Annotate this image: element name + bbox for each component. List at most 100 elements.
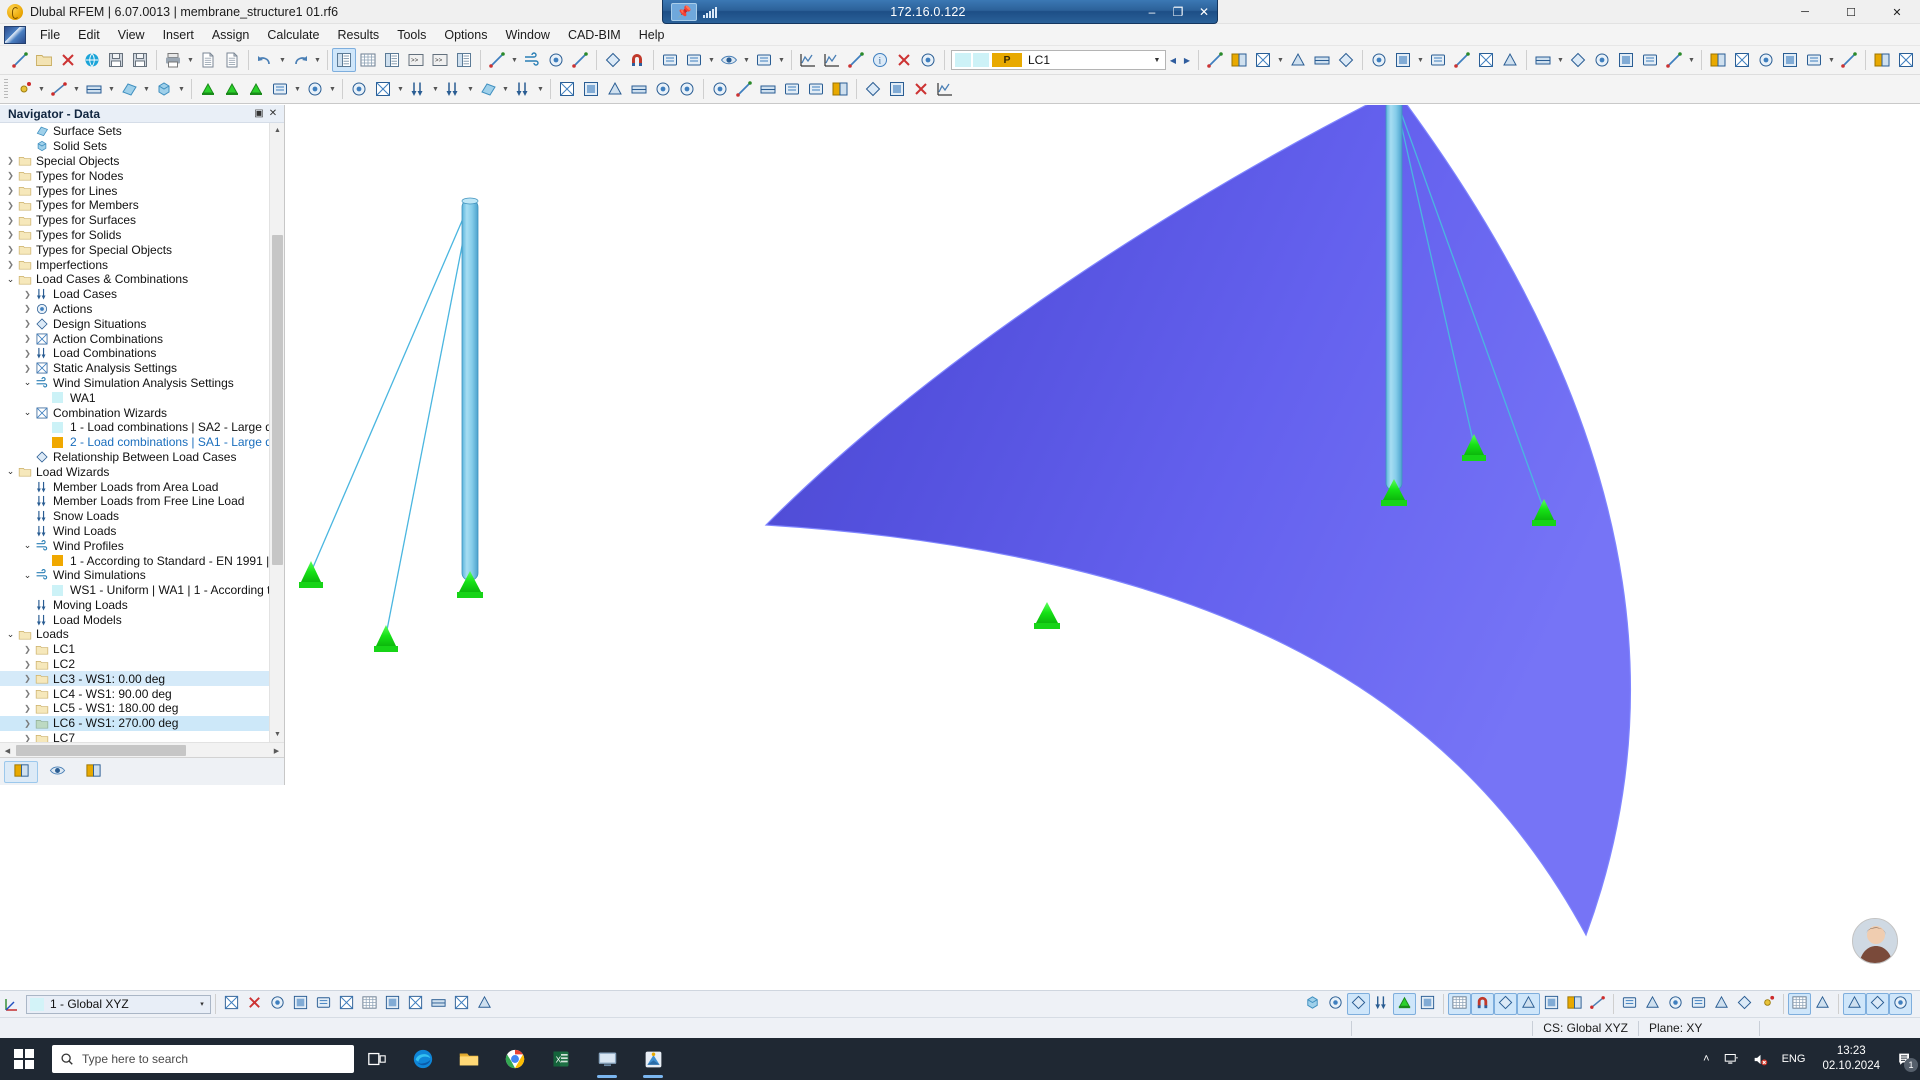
chevron-right-icon[interactable]: ❯	[4, 260, 17, 269]
chevron-right-icon[interactable]: ❯	[21, 290, 34, 299]
toolbar-extra-7-dropdown-arrow[interactable]: ▼	[1415, 48, 1426, 72]
grid-toggle-button[interactable]	[1448, 993, 1471, 1015]
menu-edit[interactable]: Edit	[69, 25, 109, 45]
windows-start-icon[interactable]	[0, 1038, 48, 1080]
grid-settings-button[interactable]	[358, 993, 381, 1015]
toolbar-extra-19[interactable]	[1730, 48, 1754, 72]
tree-item[interactable]: ❯ Action Combinations	[0, 331, 284, 346]
render-mode-button[interactable]	[682, 48, 706, 72]
chevron-right-icon[interactable]: ❯	[21, 304, 34, 313]
file-explorer-icon[interactable]	[446, 1038, 492, 1080]
tree-item[interactable]: ⌄ Load Wizards	[0, 464, 284, 479]
toolbar-extra-17[interactable]	[1662, 48, 1686, 72]
save-as-button[interactable]	[104, 48, 128, 72]
new-surface-button[interactable]	[117, 77, 141, 101]
volume-muted-icon[interactable]	[1746, 1038, 1775, 1080]
tree-item[interactable]: ❯ Types for Special Objects	[0, 242, 284, 257]
chevron-right-icon[interactable]: ❯	[21, 660, 34, 669]
surface-support-button[interactable]	[244, 77, 268, 101]
new-model-button[interactable]	[8, 48, 32, 72]
toolbar-extra-11[interactable]	[1498, 48, 1522, 72]
close-window-button[interactable]: ✕	[1874, 0, 1920, 24]
tree-item[interactable]: 1 - According to Standard - EN 1991 | CE…	[0, 553, 284, 568]
new-cs-button[interactable]	[220, 993, 243, 1015]
save-button[interactable]	[128, 48, 152, 72]
toolbar-extra-18[interactable]	[1706, 48, 1730, 72]
chevron-right-icon[interactable]: ❯	[4, 245, 17, 254]
snap-settings-button[interactable]	[381, 993, 404, 1015]
intersect-button[interactable]	[780, 77, 804, 101]
offset-button[interactable]	[828, 77, 852, 101]
region-select-button[interactable]	[1811, 993, 1834, 1015]
tree-item[interactable]: ❯ LC7	[0, 731, 284, 742]
chevron-down-icon[interactable]: ⌄	[4, 466, 17, 477]
tree-item[interactable]: Moving Loads	[0, 598, 284, 613]
undo-dropdown-arrow[interactable]: ▼	[277, 48, 288, 72]
menu-view[interactable]: View	[109, 25, 154, 45]
toolbar-extra-23[interactable]	[1837, 48, 1861, 72]
new-section-button[interactable]	[303, 77, 327, 101]
extrude-button[interactable]	[627, 77, 651, 101]
toolbar-grip-2[interactable]	[4, 79, 8, 99]
object-snap-button[interactable]	[427, 993, 450, 1015]
new-member-button[interactable]	[82, 77, 106, 101]
clock[interactable]: 13:23 02.10.2024	[1812, 1038, 1890, 1080]
load-case-next-button[interactable]: ▶	[1180, 50, 1194, 70]
view-direction-button[interactable]	[1866, 993, 1889, 1015]
rdp-close-button[interactable]: ✕	[1191, 2, 1217, 22]
tree-item[interactable]: Solid Sets	[0, 139, 284, 154]
rdp-minimize-button[interactable]: –	[1139, 2, 1165, 22]
tree-item[interactable]: ❯ LC1	[0, 642, 284, 657]
chevron-right-icon[interactable]: ❯	[4, 230, 17, 239]
scroll-right-arrow[interactable]: ▶	[269, 743, 284, 758]
mesh-button[interactable]	[651, 77, 675, 101]
new-member-dropdown-arrow[interactable]: ▼	[106, 77, 117, 101]
toolbar-extra-8[interactable]	[1426, 48, 1450, 72]
dimension-button[interactable]	[732, 77, 756, 101]
search-input[interactable]: Type here to search	[52, 1045, 354, 1073]
layers-button[interactable]	[473, 993, 496, 1015]
load-case-prev-button[interactable]: ◀	[1166, 50, 1180, 70]
connect-button[interactable]	[861, 77, 885, 101]
measure-button[interactable]	[603, 77, 627, 101]
chevron-right-icon[interactable]: ❯	[21, 689, 34, 698]
center-snap-button[interactable]	[1664, 993, 1687, 1015]
new-line-dropdown-arrow[interactable]: ▼	[71, 77, 82, 101]
chevron-right-icon[interactable]: ❯	[21, 319, 34, 328]
surface-load-dropdown-arrow[interactable]: ▼	[500, 77, 511, 101]
tree-item[interactable]: ❯ LC3 - WS1: 0.00 deg	[0, 671, 284, 687]
open-button[interactable]	[32, 48, 56, 72]
new-solid-dropdown-arrow[interactable]: ▼	[176, 77, 187, 101]
tree-item[interactable]: ⌄ Wind Simulations	[0, 568, 284, 583]
tree-item[interactable]: ❯ LC6 - WS1: 270.00 deg	[0, 715, 284, 731]
chevron-down-icon[interactable]: ▼	[1149, 51, 1165, 69]
toolbar-extra-1[interactable]	[1227, 48, 1251, 72]
toolbar-extra-24[interactable]	[1870, 48, 1894, 72]
rfem-taskbar-icon[interactable]	[630, 1038, 676, 1080]
check-button[interactable]	[844, 48, 868, 72]
nodal-load-button[interactable]	[406, 77, 430, 101]
select-objects-button[interactable]	[485, 48, 509, 72]
navigator-vertical-scrollbar[interactable]: ▲ ▼	[269, 123, 284, 742]
show-hidden-icons-button[interactable]: ˄	[1696, 1038, 1716, 1080]
menu-options[interactable]: Options	[435, 25, 496, 45]
tangent-snap-button[interactable]	[1641, 993, 1664, 1015]
navigator-horizontal-scrollbar[interactable]: ◀ ▶	[0, 742, 284, 757]
console-button[interactable]: >>	[404, 48, 428, 72]
calc-diagram-button[interactable]	[933, 77, 957, 101]
toolbar-extra-9[interactable]	[1450, 48, 1474, 72]
redo-button[interactable]	[288, 48, 312, 72]
chevron-right-icon[interactable]: ❯	[21, 704, 34, 713]
navigator-tab-display[interactable]	[40, 761, 74, 783]
toolbar-extra-3[interactable]	[1286, 48, 1310, 72]
tree-item[interactable]: ❯ Types for Surfaces	[0, 213, 284, 228]
close-panel-icon[interactable]: ✕	[266, 107, 280, 121]
table-toggle-button[interactable]	[356, 48, 380, 72]
new-material-button[interactable]	[347, 77, 371, 101]
toolbar-extra-25[interactable]	[1894, 48, 1918, 72]
toolbar-extra-14[interactable]	[1590, 48, 1614, 72]
snap-button[interactable]	[625, 48, 649, 72]
tree-item[interactable]: ❯ Types for Lines	[0, 183, 284, 198]
new-surface-dropdown-arrow[interactable]: ▼	[141, 77, 152, 101]
line-support-button[interactable]	[220, 77, 244, 101]
